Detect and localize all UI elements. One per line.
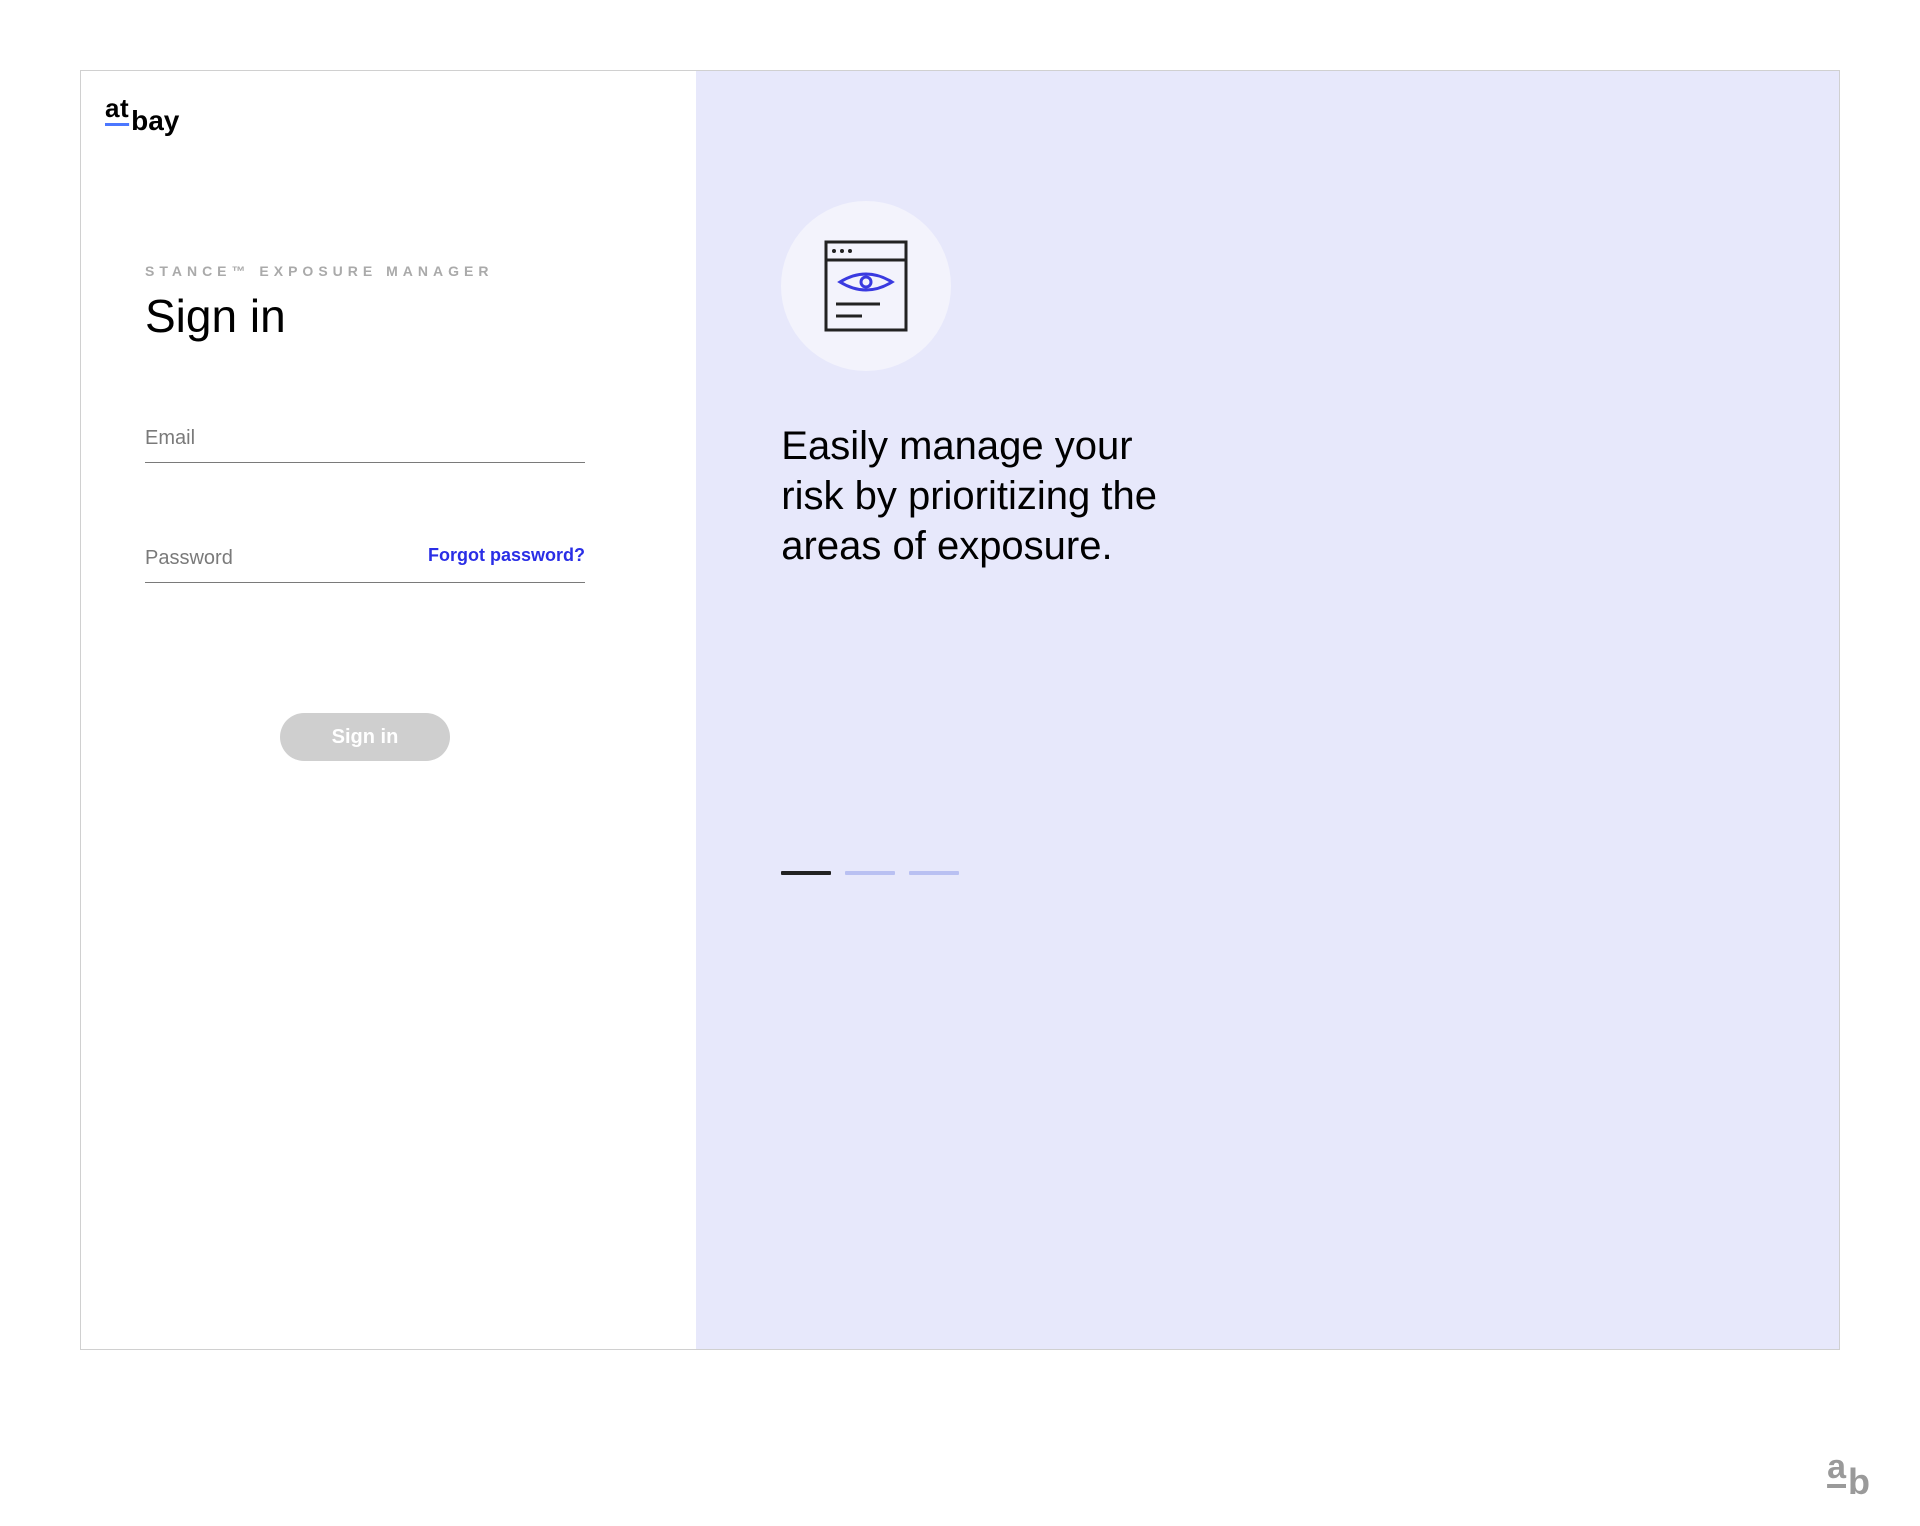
promo-illustration (781, 201, 951, 371)
logo-part-bay: bay (131, 105, 179, 136)
carousel-dot-2[interactable] (845, 871, 895, 875)
signin-button[interactable]: Sign in (280, 713, 450, 761)
carousel-dots (781, 871, 1839, 875)
email-field-wrap (145, 421, 585, 463)
logo-part-at: at (105, 93, 129, 123)
login-window: atbay STANCE™ EXPOSURE MANAGER Sign in F… (80, 70, 1840, 1350)
password-field-wrap: Forgot password? (145, 541, 585, 583)
carousel-dot-3[interactable] (909, 871, 959, 875)
forgot-password-link[interactable]: Forgot password? (428, 545, 585, 566)
signin-form: STANCE™ EXPOSURE MANAGER Sign in Forgot … (145, 263, 585, 761)
login-panel: atbay STANCE™ EXPOSURE MANAGER Sign in F… (81, 71, 696, 1349)
product-overline: STANCE™ EXPOSURE MANAGER (145, 263, 585, 279)
watermark-part-a: a (1827, 1448, 1846, 1486)
browser-eye-icon (822, 238, 910, 334)
email-field[interactable] (145, 421, 585, 463)
watermark-logo: ab (1827, 1450, 1870, 1486)
promo-headline: Easily manage your risk by prioritizing … (781, 421, 1201, 571)
watermark-part-b: b (1848, 1461, 1870, 1502)
promo-panel: Easily manage your risk by prioritizing … (696, 71, 1839, 1349)
atbay-logo: atbay (105, 95, 656, 123)
page-title: Sign in (145, 289, 585, 343)
carousel-dot-1[interactable] (781, 871, 831, 875)
